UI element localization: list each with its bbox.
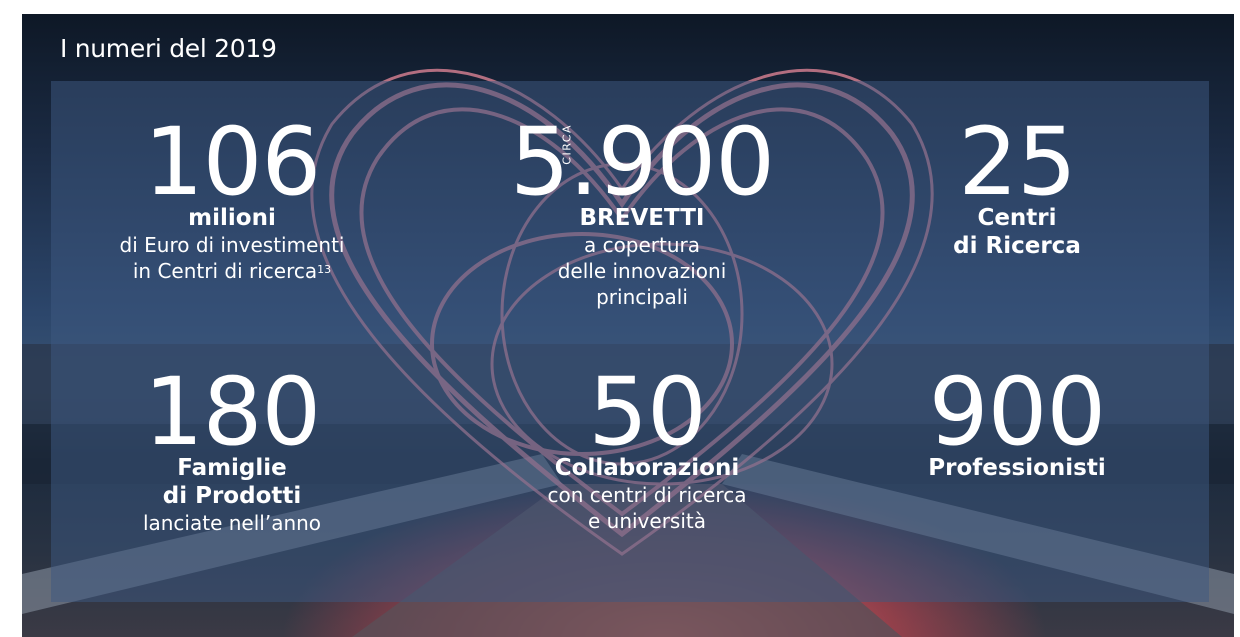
page-title: I numeri del 2019 [60, 34, 277, 63]
stat-professionals: 900 Professionisti [902, 358, 1132, 482]
stat-description: delle innovazioni [557, 259, 727, 283]
stat-number: 900 [928, 358, 1106, 467]
stat-label: Collaborazioni [554, 455, 740, 481]
stat-description: in Centri di ricerca13 [132, 259, 332, 283]
circa-prefix: CIRCA [560, 124, 574, 165]
stat-label: Famiglie [177, 455, 287, 481]
stat-label: Centri [977, 205, 1057, 231]
stat-description: e università [587, 509, 706, 533]
stat-label: di Prodotti [162, 483, 302, 509]
stat-number: 106 [143, 108, 321, 217]
stat-description: lanciate nell’anno [142, 511, 322, 535]
stat-description: di Euro di investimenti [119, 233, 345, 257]
infographic-background: I numeri del 2019 106 milioni di Euro di… [22, 14, 1234, 637]
stat-label: di Ricerca [953, 233, 1081, 259]
stat-research-centers: 25 Centri di Ricerca [902, 108, 1132, 260]
stat-label: milioni [188, 205, 276, 231]
stat-description: con centri di ricerca [547, 483, 747, 507]
stat-number: 25 [958, 108, 1077, 217]
stat-description: principali [596, 285, 688, 309]
stat-patents: CIRCA 5.900 BREVETTI a copertura delle in… [497, 108, 787, 310]
footnote-marker: 13 [317, 263, 332, 276]
stat-description: a copertura [583, 233, 701, 257]
stat-investments: 106 milioni di Euro di investimenti in C… [82, 108, 382, 284]
stat-number: 50 [588, 358, 707, 467]
stat-label: Professionisti [928, 455, 1106, 481]
stat-collaborations: 50 Collaborazioni con centri di ricerca … [517, 358, 777, 534]
stat-number: CIRCA 5.900 [509, 108, 775, 217]
stat-number: 180 [143, 358, 321, 467]
stat-product-families: 180 Famiglie di Prodotti lanciate nell’a… [102, 358, 362, 536]
